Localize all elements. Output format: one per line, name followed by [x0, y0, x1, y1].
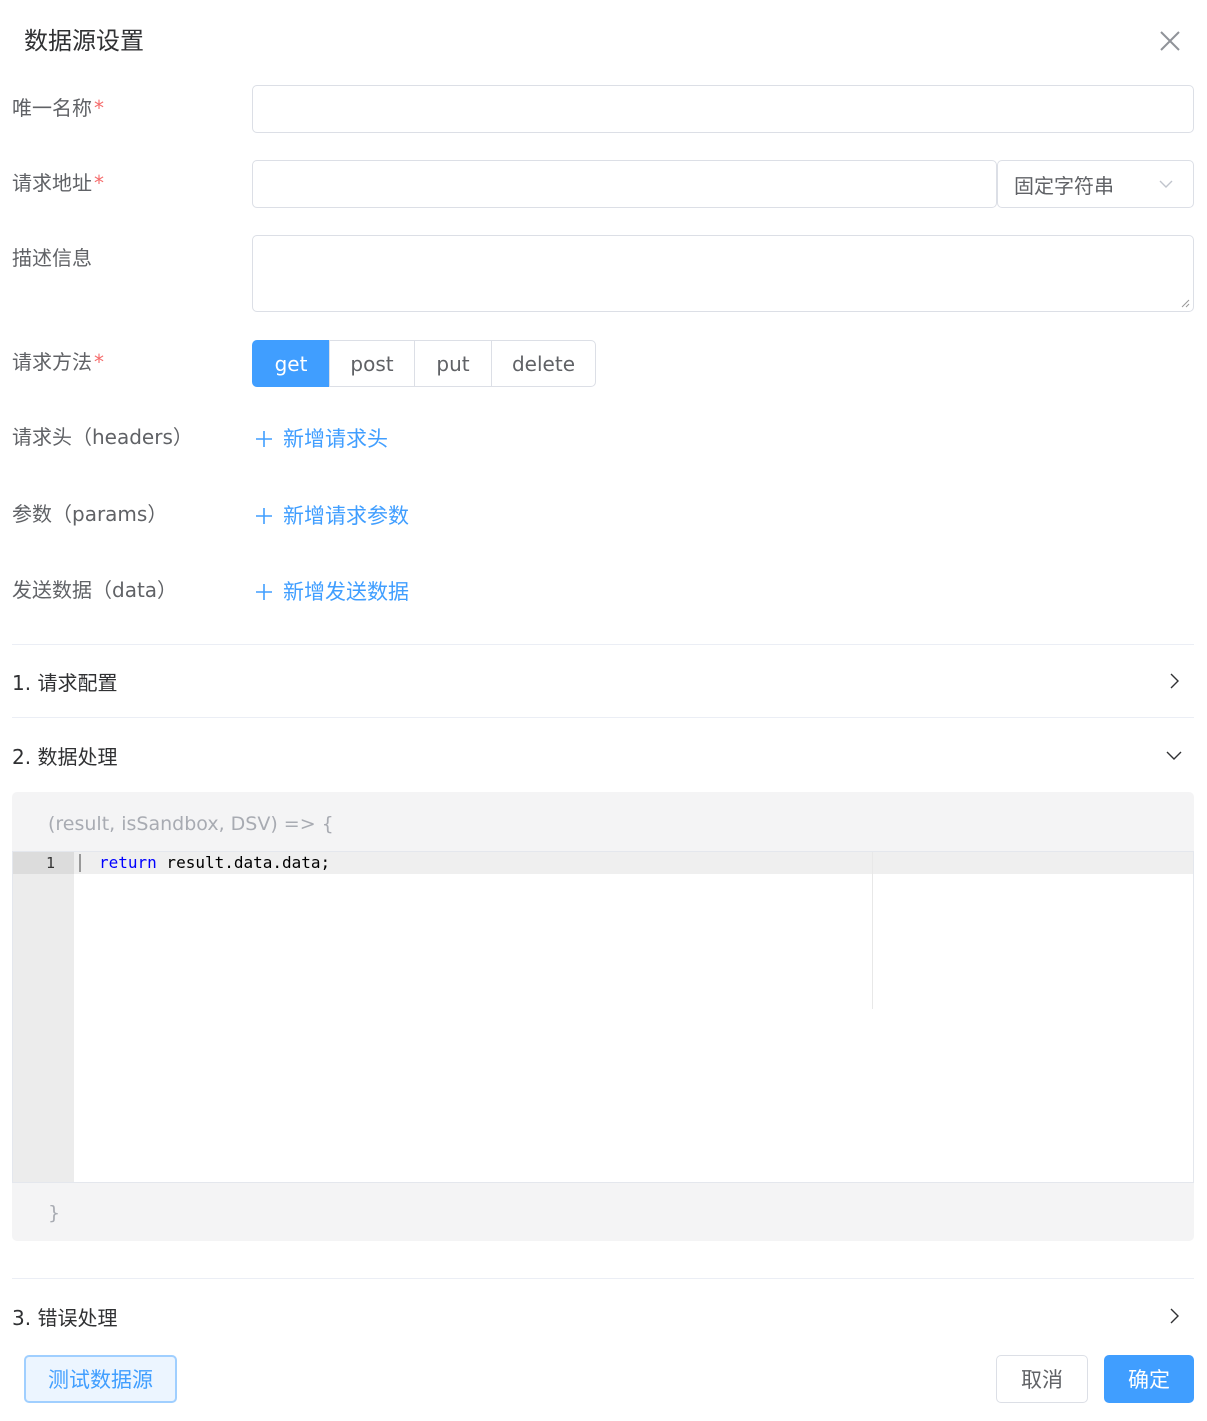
method-label: 请求方法 * — [12, 350, 104, 374]
method-put-button[interactable]: put — [414, 340, 492, 387]
collapse-data-handling[interactable]: 2. 数据处理 — [12, 740, 1194, 770]
url-mode-value: 固定字符串 — [1014, 173, 1114, 198]
description-label: 描述信息 — [12, 246, 92, 270]
collapse-title: 2. 数据处理 — [12, 744, 118, 769]
method-delete-button[interactable]: delete — [491, 340, 596, 387]
required-mark: * — [94, 96, 104, 120]
required-mark: * — [94, 350, 104, 374]
collapse-title: 1. 请求配置 — [12, 670, 118, 695]
test-datasource-button[interactable]: 测试数据源 — [24, 1355, 177, 1403]
confirm-button[interactable]: 确定 — [1104, 1355, 1194, 1403]
add-header-label: 新增请求头 — [283, 427, 388, 451]
plus-icon — [256, 431, 272, 447]
plus-icon — [256, 508, 272, 524]
url-mode-select[interactable]: 固定字符串 — [997, 160, 1194, 208]
params-label: 参数（params） — [12, 502, 168, 526]
name-input[interactable] — [252, 85, 1194, 133]
name-label: 唯一名称 * — [12, 96, 104, 120]
function-closing: } — [48, 1202, 61, 1224]
url-label: 请求地址 * — [12, 171, 104, 195]
chevron-right-icon — [1170, 673, 1179, 689]
required-mark: * — [94, 171, 104, 195]
divider — [12, 1278, 1194, 1279]
divider — [12, 644, 1194, 645]
text-cursor — [79, 854, 81, 872]
add-data-button[interactable]: 新增发送数据 — [254, 577, 409, 607]
collapse-request-config[interactable]: 1. 请求配置 — [12, 666, 1194, 696]
resize-handle-icon[interactable] — [1181, 299, 1190, 308]
function-signature: (result, isSandbox, DSV) => { — [48, 813, 334, 835]
data-label: 发送数据（data） — [12, 578, 178, 602]
method-post-button[interactable]: post — [329, 340, 415, 387]
editor-gutter — [13, 852, 74, 1182]
chevron-right-icon — [1170, 1308, 1179, 1324]
chevron-down-icon — [1159, 180, 1173, 188]
divider — [12, 717, 1194, 718]
add-param-label: 新增请求参数 — [283, 504, 409, 528]
print-margin — [872, 852, 873, 1009]
cancel-button[interactable]: 取消 — [996, 1355, 1088, 1403]
collapse-error-handling[interactable]: 3. 错误处理 — [12, 1301, 1194, 1331]
method-radio-group: get post put delete — [252, 340, 596, 387]
chevron-down-icon — [1166, 751, 1182, 760]
add-data-label: 新增发送数据 — [283, 580, 409, 604]
code-keyword: return — [99, 853, 157, 872]
code-line[interactable]: return result.data.data; — [99, 852, 330, 874]
code-text: result.data.data; — [156, 853, 331, 872]
add-param-button[interactable]: 新增请求参数 — [254, 501, 409, 531]
collapse-title: 3. 错误处理 — [12, 1305, 118, 1330]
method-get-button[interactable]: get — [252, 340, 330, 387]
headers-label: 请求头（headers） — [12, 425, 193, 449]
line-number: 1 — [45, 854, 55, 872]
plus-icon — [256, 584, 272, 600]
url-input[interactable] — [252, 160, 997, 208]
add-header-button[interactable]: 新增请求头 — [254, 424, 388, 454]
close-icon[interactable] — [1155, 26, 1185, 56]
dialog-title: 数据源设置 — [24, 27, 144, 55]
code-editor[interactable]: 1 return result.data.data; — [12, 851, 1194, 1183]
description-textarea[interactable] — [252, 235, 1194, 312]
